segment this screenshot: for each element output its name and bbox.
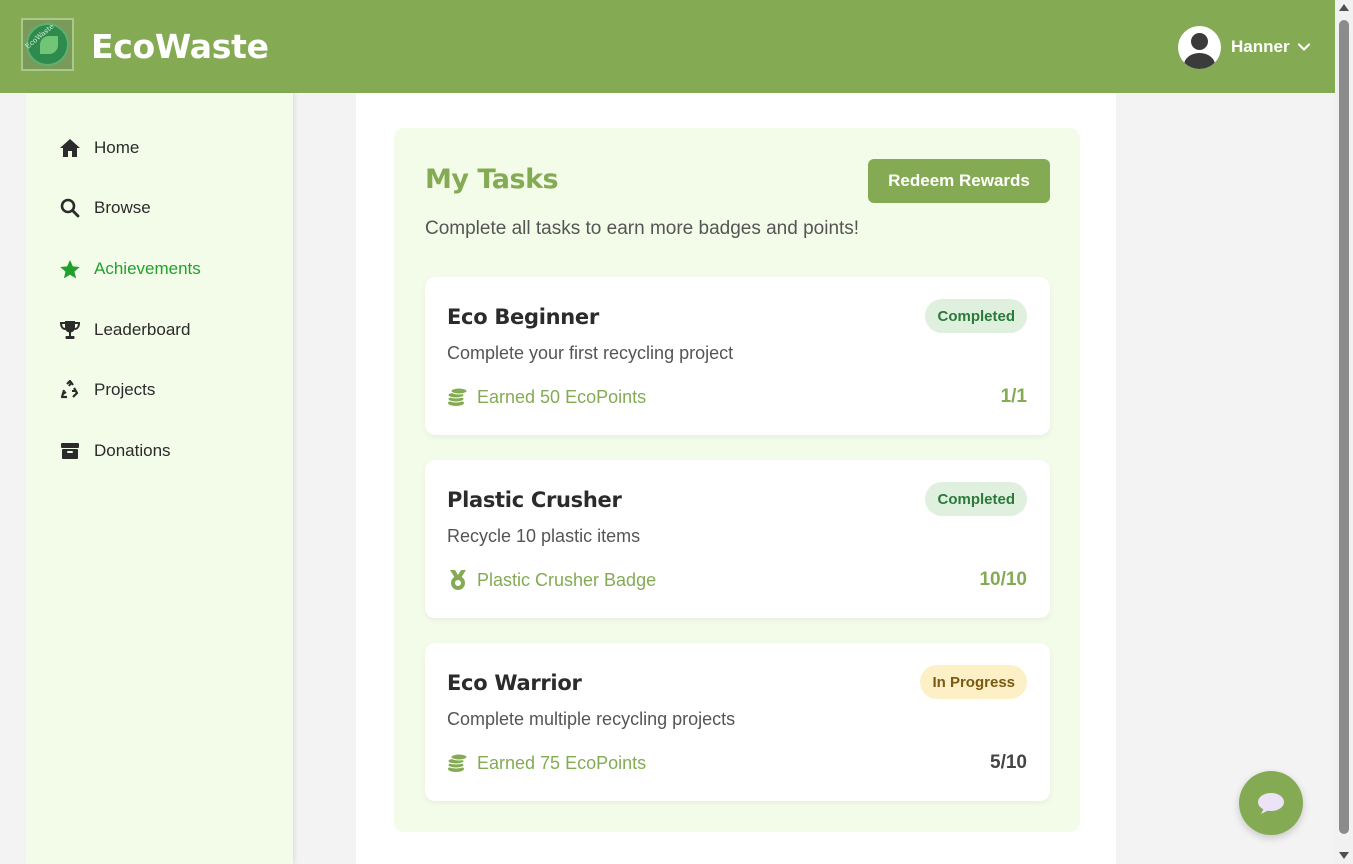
coins-icon xyxy=(447,387,468,408)
coins-icon xyxy=(447,753,468,774)
home-icon xyxy=(59,137,81,159)
recycle-icon xyxy=(59,379,81,401)
sidebar-item-home[interactable]: Home xyxy=(59,134,139,162)
tasks-panel: My Tasks Redeem Rewards Complete all tas… xyxy=(394,128,1080,832)
status-badge: Completed xyxy=(925,482,1027,516)
scrollbar-thumb[interactable] xyxy=(1339,20,1349,834)
task-reward: Plastic Crusher Badge xyxy=(447,568,656,592)
task-description: Complete multiple recycling projects xyxy=(447,709,736,729)
status-badge: In Progress xyxy=(920,665,1027,699)
task-title: Plastic Crusher xyxy=(447,488,622,512)
sidebar-item-label: Home xyxy=(94,138,140,157)
box-icon xyxy=(59,440,81,462)
main-content: My Tasks Redeem Rewards Complete all tas… xyxy=(356,93,1116,864)
scrollbar[interactable] xyxy=(1335,0,1353,864)
trophy-icon xyxy=(59,319,81,341)
task-card[interactable]: Eco Beginner Completed Complete your fir… xyxy=(425,277,1050,435)
sidebar-item-label: Achievements xyxy=(94,259,201,278)
sidebar-item-projects[interactable]: Projects xyxy=(59,376,155,404)
sidebar-item-browse[interactable]: Browse xyxy=(59,194,151,222)
sidebar-item-label: Projects xyxy=(94,380,156,399)
task-card[interactable]: Eco Warrior In Progress Complete multipl… xyxy=(425,643,1050,801)
scroll-up-arrow-icon[interactable] xyxy=(1339,4,1349,11)
page-title: My Tasks xyxy=(425,164,559,195)
sidebar: Home Browse Achievements Leaderboard Pro… xyxy=(26,93,293,864)
task-title: Eco Beginner xyxy=(447,305,599,329)
star-icon xyxy=(59,258,81,280)
sidebar-item-label: Donations xyxy=(94,441,171,460)
task-title: Eco Warrior xyxy=(447,671,582,695)
status-badge: Completed xyxy=(925,299,1027,333)
reward-label: Plastic Crusher Badge xyxy=(477,569,657,590)
reward-label: Earned 50 EcoPoints xyxy=(477,386,647,407)
task-progress-count: 1/1 xyxy=(1000,386,1027,407)
user-menu[interactable]: Hanner xyxy=(1178,25,1312,69)
task-reward: Earned 75 EcoPoints xyxy=(447,751,646,775)
medal-icon xyxy=(447,570,468,591)
redeem-rewards-button[interactable]: Redeem Rewards xyxy=(868,159,1050,203)
task-progress-count: 10/10 xyxy=(979,569,1027,590)
task-reward: Earned 50 EcoPoints xyxy=(447,385,646,409)
reward-label: Earned 75 EcoPoints xyxy=(477,752,647,773)
sidebar-item-leaderboard[interactable]: Leaderboard xyxy=(59,316,190,344)
task-card[interactable]: Plastic Crusher Completed Recycle 10 pla… xyxy=(425,460,1050,618)
logo-emblem: EcoWaste xyxy=(24,22,69,66)
chat-button[interactable] xyxy=(1239,771,1303,835)
sidebar-item-achievements[interactable]: Achievements xyxy=(59,255,201,283)
top-header: EcoWaste EcoWaste Hanner xyxy=(0,0,1335,93)
scroll-down-arrow-icon[interactable] xyxy=(1339,852,1349,859)
sidebar-item-label: Browse xyxy=(94,198,151,217)
chat-bubble-icon xyxy=(1258,793,1284,814)
user-avatar-icon[interactable] xyxy=(1178,25,1221,69)
sidebar-item-donations[interactable]: Donations xyxy=(59,437,171,465)
task-description: Recycle 10 plastic items xyxy=(447,526,641,546)
task-description: Complete your first recycling project xyxy=(447,343,734,363)
username-label[interactable]: Hanner xyxy=(1231,37,1290,57)
page-subtitle: Complete all tasks to earn more badges a… xyxy=(425,218,860,239)
chevron-down-icon[interactable] xyxy=(1296,39,1312,55)
sidebar-item-label: Leaderboard xyxy=(94,320,191,339)
brand-logo[interactable]: EcoWaste xyxy=(21,18,74,71)
search-icon xyxy=(59,197,81,219)
brand-name[interactable]: EcoWaste xyxy=(91,27,269,67)
task-progress-count: 5/10 xyxy=(990,752,1027,773)
